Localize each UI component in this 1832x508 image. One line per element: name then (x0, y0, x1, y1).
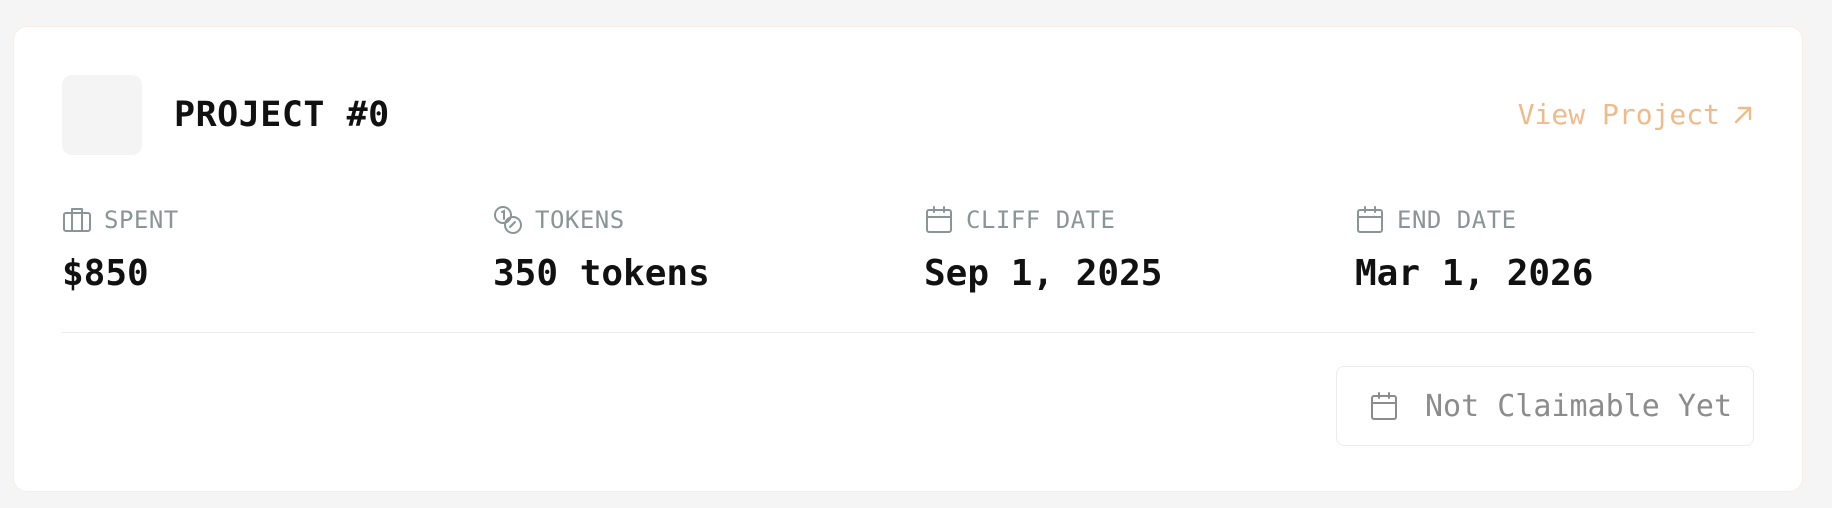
coins-icon (494, 206, 522, 234)
view-project-link[interactable]: View Project (1518, 97, 1754, 133)
arrow-up-right-icon (1734, 106, 1752, 124)
project-title: PROJECT #0 (174, 95, 390, 135)
view-project-label: View Project (1517, 98, 1720, 131)
stats-row: SPENT $850 TOKENS 350 tokens CLIFF DATE … (62, 203, 1754, 323)
stat-value-cliff-date: Sep 1, 2025 (924, 253, 1163, 294)
stat-label-spent: SPENT (104, 206, 179, 234)
stat-value-tokens: 350 tokens (493, 253, 710, 294)
briefcase-icon (63, 208, 91, 232)
project-card: PROJECT #0 View Project SPENT $850 TOKEN… (13, 26, 1803, 492)
claim-button[interactable]: Not Claimable Yet (1336, 366, 1754, 446)
calendar-icon (1357, 206, 1383, 233)
stat-value-spent: $850 (62, 253, 149, 294)
stat-value-end-date: Mar 1, 2026 (1355, 253, 1594, 294)
project-logo (62, 75, 142, 155)
stat-label-cliff-date: CLIFF DATE (966, 206, 1116, 234)
stat-label-tokens: TOKENS (535, 206, 625, 234)
stat-spent: SPENT $850 (62, 203, 179, 295)
claim-button-label: Not Claimable Yet (1425, 388, 1733, 424)
stat-tokens: TOKENS 350 tokens (493, 203, 710, 295)
divider (62, 332, 1754, 333)
calendar-icon (1371, 392, 1397, 420)
stat-end-date: END DATE Mar 1, 2026 (1355, 203, 1593, 295)
stat-label-end-date: END DATE (1397, 206, 1517, 234)
stat-cliff-date: CLIFF DATE Sep 1, 2025 (924, 203, 1162, 295)
calendar-icon (926, 206, 952, 233)
